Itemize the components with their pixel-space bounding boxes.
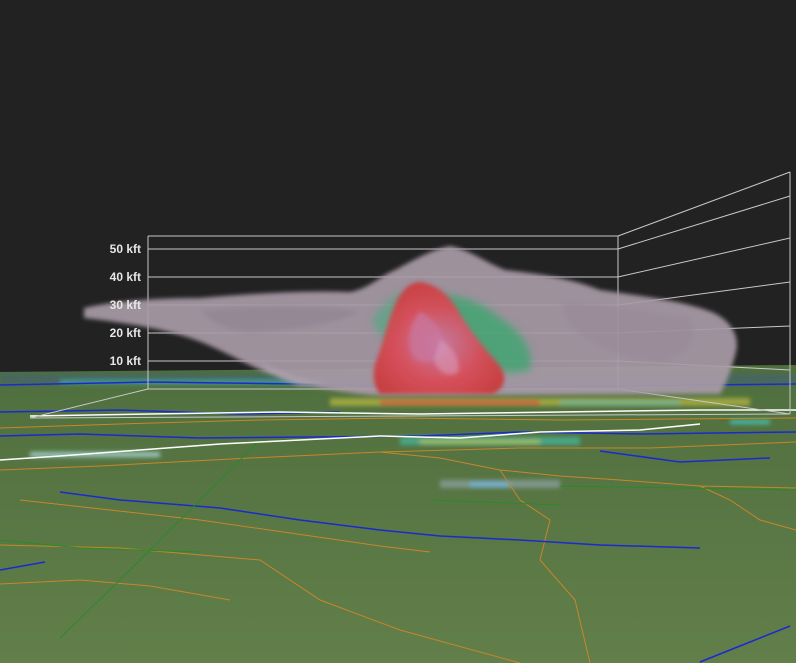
altitude-label-30kft: 30 kft [110,298,141,312]
altitude-label-50kft: 50 kft [110,242,141,256]
radar-3d-view[interactable]: 50 kft 40 kft 30 kft 20 kft 10 kft [0,0,796,663]
altitude-label-20kft: 20 kft [110,326,141,340]
radar-volume-render[interactable]: 50 kft 40 kft 30 kft 20 kft 10 kft [0,0,796,663]
altitude-label-10kft: 10 kft [110,354,141,368]
altitude-label-40kft: 40 kft [110,270,141,284]
